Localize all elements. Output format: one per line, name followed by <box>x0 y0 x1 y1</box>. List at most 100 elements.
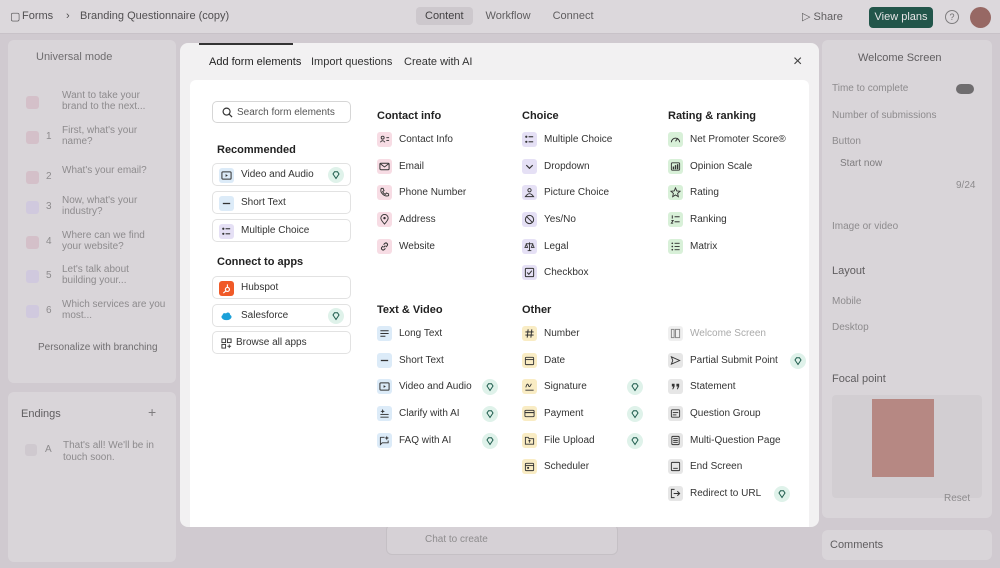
mail-icon <box>377 159 392 174</box>
element-dropdown[interactable]: Dropdown <box>522 159 652 175</box>
faq-ai-icon <box>377 433 392 448</box>
recommended-video-and-audio[interactable]: Video and Audio <box>212 163 351 186</box>
element-statement[interactable]: Statement <box>668 379 798 395</box>
video-icon <box>219 168 234 183</box>
element-net-promoter-score[interactable]: Net Promoter Score® <box>668 132 798 148</box>
phone-icon <box>377 185 392 200</box>
element-label: Ranking <box>690 214 727 225</box>
element-website[interactable]: Website <box>377 239 507 255</box>
element-ranking[interactable]: Ranking <box>668 212 798 228</box>
element-scheduler[interactable]: Scheduler <box>522 459 652 475</box>
element-label: Address <box>399 214 436 225</box>
premium-icon <box>482 406 498 422</box>
premium-icon <box>328 167 344 183</box>
card-label: Hubspot <box>241 282 279 293</box>
element-label: Checkbox <box>544 267 589 278</box>
element-label: File Upload <box>544 435 595 446</box>
calendar-icon <box>522 353 537 368</box>
element-label: Number <box>544 328 580 339</box>
element-short-text[interactable]: Short Text <box>377 353 507 369</box>
tab-create-with-ai[interactable]: Create with AI <box>404 56 472 68</box>
element-label: Legal <box>544 241 569 252</box>
element-rating[interactable]: Rating <box>668 185 798 201</box>
active-tab-indicator <box>199 43 293 45</box>
element-label: Redirect to URL <box>690 488 762 499</box>
element-picture-choice[interactable]: Picture Choice <box>522 185 652 201</box>
location-pin-icon <box>377 212 392 227</box>
element-email[interactable]: Email <box>377 159 507 175</box>
element-long-text[interactable]: Long Text <box>377 326 507 342</box>
app-salesforce[interactable]: Salesforce <box>212 304 351 327</box>
search-input[interactable] <box>237 105 347 119</box>
element-label: FAQ with AI <box>399 435 452 446</box>
element-label: Date <box>544 355 566 366</box>
app-hubspot[interactable]: Hubspot <box>212 276 351 299</box>
premium-icon <box>790 353 806 369</box>
end-screen-icon <box>668 459 683 474</box>
element-end-screen[interactable]: End Screen <box>668 459 798 475</box>
element-multiple-choice[interactable]: Multiple Choice <box>522 132 652 148</box>
element-label: Short Text <box>399 355 444 366</box>
element-label: Picture Choice <box>544 187 610 198</box>
element-matrix[interactable]: Matrix <box>668 239 798 255</box>
chevron-down-icon <box>522 159 537 174</box>
element-label: Phone Number <box>399 187 467 198</box>
element-label: Email <box>399 161 425 172</box>
long-text-icon <box>377 326 392 341</box>
question-group-icon <box>668 406 683 421</box>
element-label: Payment <box>544 408 584 419</box>
link-icon <box>377 239 392 254</box>
salesforce-icon <box>219 309 234 324</box>
element-contact-info[interactable]: Contact Info <box>377 132 507 148</box>
element-legal[interactable]: Legal <box>522 239 652 255</box>
search-field[interactable] <box>212 101 351 123</box>
add-form-elements-dialog: Add form elements Import questions Creat… <box>180 43 819 527</box>
checkbox-icon <box>522 265 537 280</box>
element-label: Multiple Choice <box>544 134 613 145</box>
matrix-icon <box>668 239 683 254</box>
dialog-body: Recommended Video and Audio Short Text M… <box>190 80 809 527</box>
other-title: Other <box>522 304 552 316</box>
recommended-short-text[interactable]: Short Text <box>212 191 351 214</box>
element-label: End Screen <box>690 461 743 472</box>
recommended-title: Recommended <box>217 144 296 156</box>
rating-ranking-title: Rating & ranking <box>668 110 757 122</box>
tab-import-questions[interactable]: Import questions <box>311 56 392 68</box>
element-label: Partial Submit Point <box>690 355 778 366</box>
opinion-scale-icon <box>668 159 683 174</box>
element-address[interactable]: Address <box>377 212 507 228</box>
search-icon <box>222 107 233 118</box>
short-text-icon <box>377 353 392 368</box>
element-label: Signature <box>544 381 587 392</box>
element-yes-no[interactable]: Yes/No <box>522 212 652 228</box>
connect-to-apps-title: Connect to apps <box>217 256 304 268</box>
contact-card-icon <box>377 132 392 147</box>
multi-question-page-icon <box>668 433 683 448</box>
element-label: Video and Audio <box>399 381 472 392</box>
element-number[interactable]: Number <box>522 326 652 342</box>
element-opinion-scale[interactable]: Opinion Scale <box>668 159 798 175</box>
hubspot-icon <box>219 281 234 296</box>
recommended-multiple-choice[interactable]: Multiple Choice <box>212 219 351 242</box>
text-video-title: Text & Video <box>377 304 443 316</box>
element-label: Website <box>399 241 435 252</box>
element-date[interactable]: Date <box>522 353 652 369</box>
tab-add-form-elements[interactable]: Add form elements <box>209 56 301 68</box>
element-label: Welcome Screen <box>690 328 766 339</box>
element-phone-number[interactable]: Phone Number <box>377 185 507 201</box>
close-icon[interactable]: × <box>793 54 802 70</box>
card-label: Salesforce <box>241 310 289 321</box>
send-icon <box>668 353 683 368</box>
yes-no-icon <box>522 212 537 227</box>
redirect-icon <box>668 486 683 501</box>
element-checkbox[interactable]: Checkbox <box>522 265 652 281</box>
element-partial-submit-point[interactable]: Partial Submit Point <box>668 353 798 369</box>
browse-all-apps[interactable]: Browse all apps <box>212 331 351 354</box>
element-label: Matrix <box>690 241 718 252</box>
multiple-choice-icon <box>219 224 234 239</box>
ranking-icon <box>668 212 683 227</box>
element-multi-question-page[interactable]: Multi-Question Page <box>668 433 798 449</box>
star-icon <box>668 185 683 200</box>
element-label: Long Text <box>399 328 443 339</box>
element-question-group[interactable]: Question Group <box>668 406 798 422</box>
